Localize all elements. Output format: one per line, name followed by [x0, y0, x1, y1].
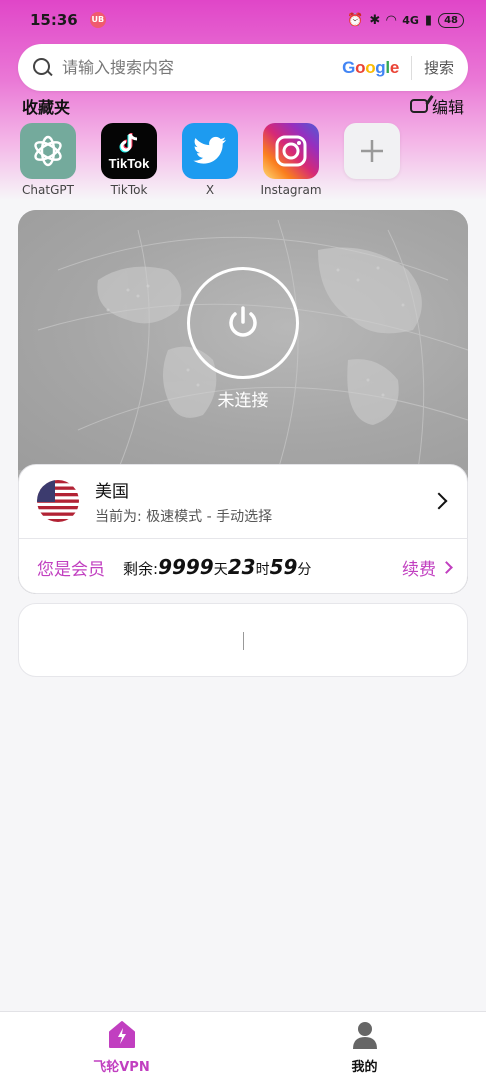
- edit-label: 编辑: [431, 98, 464, 117]
- edit-button[interactable]: 编辑: [409, 94, 464, 118]
- remaining-hours: 23: [227, 555, 256, 579]
- favorite-instagram[interactable]: Instagram: [260, 123, 322, 197]
- search-bar: Google 搜索: [18, 44, 468, 91]
- unit-minutes: 分: [297, 562, 312, 578]
- chatgpt-icon: [20, 123, 76, 179]
- status-bar: 15:36 UB ⏰ ✱ ◠ 4G ▮ 48: [0, 0, 486, 40]
- instagram-icon: [263, 123, 319, 179]
- server-country: 美国: [95, 481, 129, 502]
- signal-icon: ▮: [424, 12, 433, 28]
- connection-status: 未连接: [217, 391, 269, 411]
- remaining-label: 剩余:: [123, 560, 159, 578]
- edit-icon: [409, 99, 428, 113]
- chevron-right-icon: [440, 560, 453, 574]
- nav-mine[interactable]: 我的: [243, 1012, 486, 1080]
- google-logo[interactable]: Google: [342, 58, 399, 78]
- nav-home-label: 飞轮VPN: [93, 1060, 150, 1075]
- home-vpn-icon: [108, 1021, 135, 1048]
- remaining-days: 9999: [158, 555, 214, 579]
- favorite-chatgpt[interactable]: ChatGPT: [20, 123, 76, 197]
- favorites-list: ChatGPT TikTok TikTok X Instagram: [20, 123, 400, 197]
- world-map-background: 未连接: [18, 210, 468, 471]
- status-time: 15:36: [30, 11, 78, 29]
- server-panel: 美国 当前为: 极速模式 - 手动选择 您是会员 剩余:9999天23时59分 …: [18, 464, 468, 594]
- remaining-time: 剩余:9999天23时59分: [123, 555, 311, 579]
- server-mode: 当前为: 极速模式 - 手动选择: [95, 508, 273, 525]
- bottom-nav: 飞轮VPN 我的: [0, 1011, 486, 1080]
- renew-label: 续费: [402, 559, 436, 580]
- alarm-icon: ⏰: [347, 12, 364, 28]
- status-icons: ⏰ ✱ ◠ 4G ▮ 48: [347, 12, 464, 28]
- favorite-x[interactable]: X: [182, 123, 238, 197]
- tiktok-icon: TikTok: [101, 123, 157, 179]
- search-divider: [410, 55, 412, 80]
- search-button[interactable]: 搜索: [424, 57, 454, 78]
- app-notification-icon: UB: [89, 12, 106, 28]
- search-input[interactable]: [62, 58, 343, 77]
- membership-row: 您是会员 剩余:9999天23时59分 续费: [19, 539, 468, 594]
- network-type: 4G: [402, 13, 419, 27]
- plus-icon: [344, 123, 400, 179]
- twitter-bird-icon: [182, 123, 238, 179]
- favorite-label: X: [205, 183, 215, 197]
- favorites-header: 收藏夹 编辑: [22, 95, 464, 117]
- favorite-tiktok[interactable]: TikTok TikTok: [101, 123, 157, 197]
- power-icon: [229, 306, 257, 337]
- favorites-title: 收藏夹: [22, 98, 71, 117]
- battery-indicator: 48: [438, 12, 464, 28]
- remaining-minutes: 59: [269, 555, 298, 579]
- favorite-label: ChatGPT: [22, 183, 74, 197]
- favorite-label: Instagram: [260, 183, 322, 197]
- ad-placeholder-card[interactable]: [18, 603, 468, 677]
- server-info: 美国 当前为: 极速模式 - 手动选择: [95, 477, 433, 526]
- renew-button[interactable]: 续费: [402, 555, 453, 580]
- tiktok-wordmark: TikTok: [108, 156, 150, 171]
- us-flag-icon: [37, 480, 79, 522]
- nav-mine-label: 我的: [351, 1060, 378, 1075]
- unit-hours: 时: [255, 562, 270, 578]
- loading-indicator: [243, 632, 244, 650]
- favorite-label: TikTok: [110, 183, 148, 197]
- server-selector[interactable]: 美国 当前为: 极速模式 - 手动选择: [19, 465, 468, 537]
- nav-home[interactable]: 飞轮VPN: [0, 1012, 243, 1080]
- search-icon: [32, 57, 54, 79]
- vpn-connect-card: 未连接 美国 当前为: 极速模式 - 手动选择 您是会员 剩余:9999天23时…: [18, 210, 468, 594]
- chevron-right-icon: [430, 492, 448, 510]
- wifi-icon: ◠: [386, 12, 397, 28]
- person-icon: [352, 1022, 377, 1049]
- add-favorite-button[interactable]: [344, 123, 400, 197]
- connect-power-button[interactable]: [187, 267, 299, 379]
- unit-days: 天: [213, 562, 228, 578]
- bluetooth-icon: ✱: [369, 12, 381, 28]
- member-status: 您是会员: [37, 559, 105, 580]
